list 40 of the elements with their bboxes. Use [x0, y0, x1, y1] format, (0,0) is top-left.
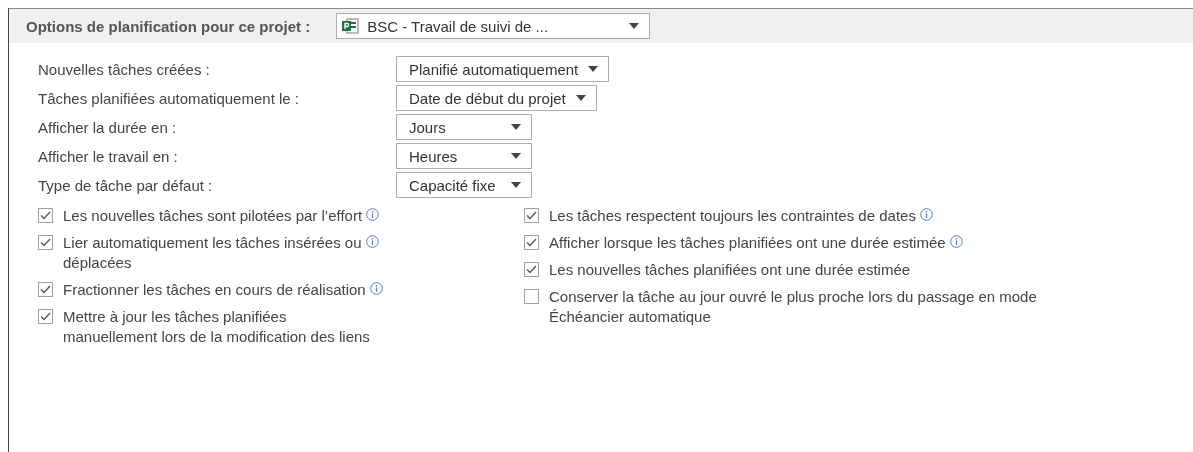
caret-icon: [511, 124, 521, 130]
checkbox[interactable]: [524, 208, 539, 223]
setting-dropdown[interactable]: Jours: [396, 114, 532, 140]
project-file-icon: [341, 17, 360, 35]
caret-icon: [588, 66, 599, 72]
caret-icon: [575, 95, 586, 101]
project-dropdown[interactable]: BSC - Travail de suivi de ...: [336, 13, 651, 39]
info-icon[interactable]: [366, 208, 380, 221]
info-icon[interactable]: [949, 235, 963, 248]
info-icon[interactable]: [365, 235, 379, 248]
setting-label: Afficher le travail en :: [38, 147, 179, 165]
checkbox[interactable]: [524, 235, 539, 250]
checkbox-label: Mettre à jour les tâches planifiées manuellement lors de la modification des liens: [63, 307, 370, 347]
checkbox-label: Fractionner les tâches en cours de réalisation: [63, 280, 366, 300]
setting-dropdown[interactable]: Heures: [396, 143, 532, 169]
checkbox[interactable]: [38, 309, 53, 324]
setting-dropdown[interactable]: Date de début du projet: [396, 85, 597, 111]
checkbox[interactable]: [524, 289, 539, 304]
setting-label: Type de tâche par défaut :: [38, 176, 214, 194]
setting-label: Nouvelles tâches créées :: [38, 60, 211, 78]
checkbox-label: Les nouvelles tâches sont pilotées par l’effort: [63, 206, 363, 226]
checkbox-label: Les nouvelles tâches planifiées ont une durée estimée: [549, 260, 911, 280]
caret-icon: [511, 182, 521, 188]
setting-label: Afficher la durée en :: [38, 118, 178, 136]
checkbox[interactable]: [524, 262, 539, 277]
setting-dropdown[interactable]: Planifié automatiquement: [396, 56, 610, 82]
setting-dropdown[interactable]: Capacité fixe: [396, 172, 532, 198]
checkbox[interactable]: [38, 235, 53, 250]
caret-icon: [511, 153, 521, 159]
checkbox-label: Lier automatiquement les tâches insérées ou déplacées: [63, 233, 362, 273]
checkbox-label: Afficher lorsque les tâches planifiées ont une durée estimée: [549, 233, 946, 253]
section-title: Options de planification pour ce projet :: [26, 17, 311, 35]
checkbox-label: Les tâches respectent toujours les contraintes de dates: [549, 206, 916, 226]
checkbox[interactable]: [38, 208, 53, 223]
caret-icon: [629, 23, 640, 29]
checkbox[interactable]: [38, 282, 53, 297]
checkbox-label: Conserver la tâche au jour ouvré le plus proche lors du passage en mode Échéancier automatique: [549, 287, 1037, 327]
info-icon[interactable]: [919, 208, 933, 221]
setting-label: Tâches planifiées automatiquement le :: [38, 89, 300, 107]
info-icon[interactable]: [369, 282, 383, 295]
